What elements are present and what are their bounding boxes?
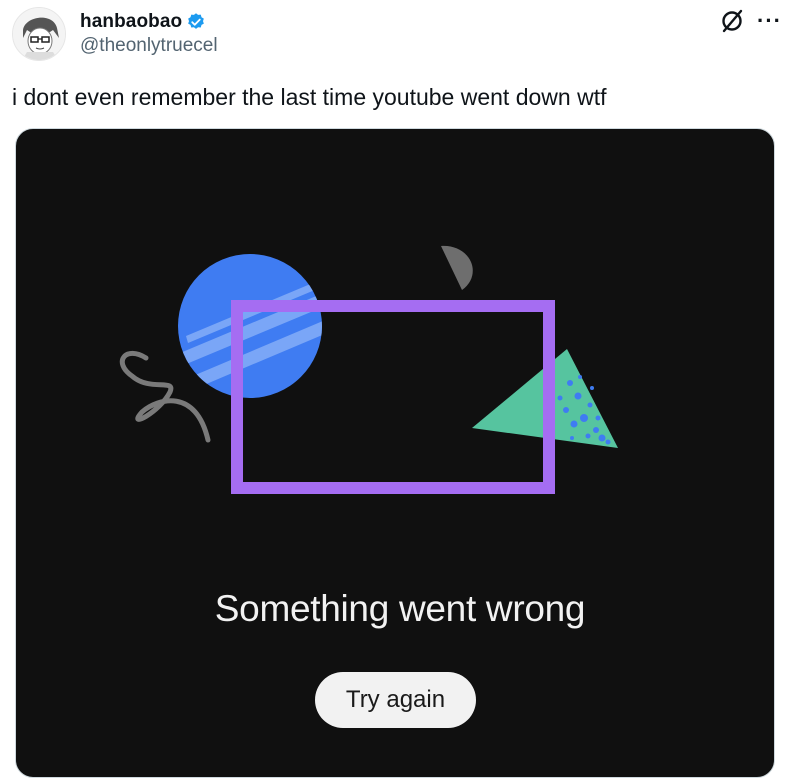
gray-half-disc-shape [441, 245, 473, 290]
error-illustration [119, 245, 618, 494]
try-again-button[interactable]: Try again [315, 672, 476, 728]
blue-circle-shape [178, 254, 322, 398]
error-message: Something went wrong [214, 588, 586, 629]
